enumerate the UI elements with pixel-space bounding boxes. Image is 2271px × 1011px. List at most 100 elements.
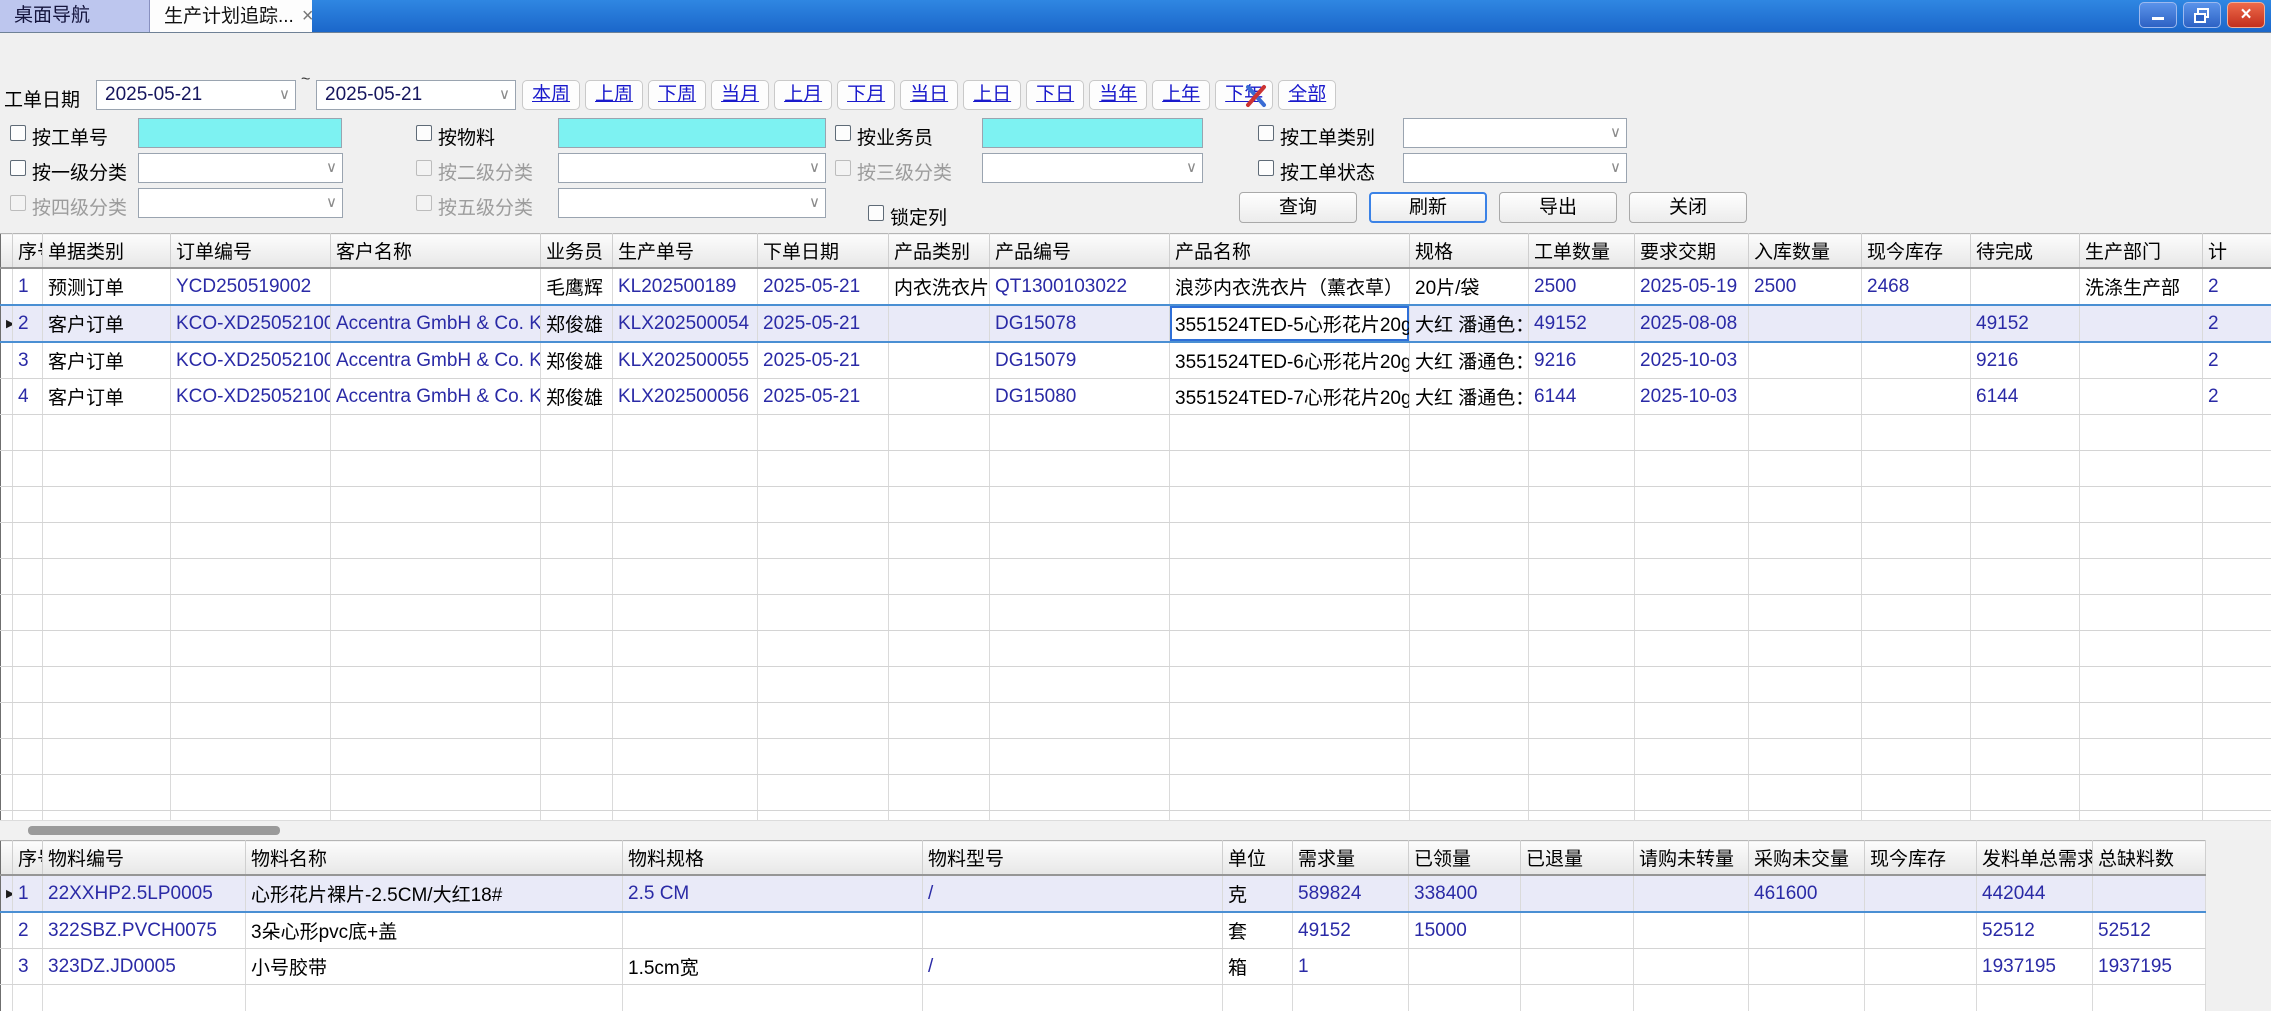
table-cell[interactable]: 洗涤生产部 <box>2080 268 2203 305</box>
column-header[interactable]: 采购未交量 <box>1749 841 1865 876</box>
close-window-button[interactable]: × <box>2227 2 2265 28</box>
export-button[interactable]: 导出 <box>1499 192 1617 223</box>
table-cell[interactable] <box>1521 949 1634 985</box>
table-cell[interactable]: 322SBZ.PVCH0075 <box>43 912 246 949</box>
table-cell[interactable]: 1 <box>13 268 43 305</box>
table-cell[interactable]: 客户订单 <box>43 305 171 342</box>
scissors-icon[interactable] <box>1242 82 1270 110</box>
table-row[interactable]: ▶2客户订单KCO-XD250521000Accentra GmbH & Co.… <box>1 305 2271 342</box>
table-cell[interactable] <box>1862 342 1971 379</box>
table-cell[interactable]: 3朵心形pvc底+盖 <box>246 912 623 949</box>
table-cell[interactable] <box>1862 305 1971 342</box>
table-cell[interactable]: 2.5 CM <box>623 875 923 912</box>
table-cell[interactable]: 大红 潘通色： <box>1410 379 1529 415</box>
table-cell[interactable]: 442044 <box>1977 875 2093 912</box>
table-cell[interactable]: Accentra GmbH & Co. KG <box>331 342 541 379</box>
table-cell[interactable]: DG15079 <box>990 342 1170 379</box>
column-header[interactable]: 已退量 <box>1521 841 1634 876</box>
table-cell[interactable]: 2025-05-21 <box>758 305 889 342</box>
table-cell[interactable]: 3 <box>13 342 43 379</box>
table-cell[interactable]: 323DZ.JD0005 <box>43 949 246 985</box>
query-button[interactable]: 查询 <box>1239 192 1357 223</box>
table-cell[interactable] <box>2080 342 2203 379</box>
table-cell[interactable]: 2 <box>13 305 43 342</box>
by-salesman-checkbox[interactable] <box>835 125 851 141</box>
column-header[interactable]: 已领量 <box>1409 841 1521 876</box>
quick-range-link[interactable]: 上年 <box>1152 80 1210 110</box>
table-cell[interactable] <box>1521 875 1634 912</box>
column-header[interactable]: 待完成 <box>1971 234 2080 269</box>
quick-range-link[interactable]: 下周 <box>648 80 706 110</box>
table-cell[interactable] <box>1865 949 1977 985</box>
table-cell[interactable]: 49152 <box>1971 305 2080 342</box>
table-cell[interactable] <box>1634 912 1749 949</box>
table-cell[interactable]: 浪莎内衣洗衣片（薰衣草） <box>1170 268 1410 305</box>
table-cell[interactable] <box>1749 305 1862 342</box>
chevron-down-icon[interactable]: ∨ <box>809 154 820 182</box>
table-cell[interactable]: KCO-XD250521000 <box>171 379 331 415</box>
table-cell[interactable]: 49152 <box>1293 912 1409 949</box>
column-header[interactable]: 规格 <box>1410 234 1529 269</box>
table-cell[interactable]: 客户订单 <box>43 342 171 379</box>
table-cell[interactable]: 2025-05-21 <box>758 268 889 305</box>
table-cell[interactable] <box>1971 268 2080 305</box>
table-cell[interactable]: 郑俊雄 <box>541 342 613 379</box>
table-cell[interactable]: KL202500189 <box>613 268 758 305</box>
workorder-status-dropdown[interactable]: ∨ <box>1403 153 1627 183</box>
quick-range-link[interactable]: 当月 <box>711 80 769 110</box>
chevron-down-icon[interactable]: ∨ <box>499 81 510 109</box>
table-cell[interactable]: 6144 <box>1529 379 1635 415</box>
table-cell[interactable] <box>1409 949 1521 985</box>
table-cell[interactable]: 1.5cm宽 <box>623 949 923 985</box>
table-cell[interactable] <box>1862 379 1971 415</box>
table-cell[interactable] <box>889 305 990 342</box>
table-cell[interactable]: 2 <box>2203 342 2271 379</box>
refresh-button[interactable]: 刷新 <box>1369 192 1487 223</box>
table-cell[interactable]: 3551524TED-5心形花片20g装大 <box>1170 305 1410 342</box>
table-cell[interactable]: 2025-10-03 <box>1635 379 1749 415</box>
quick-range-link[interactable]: 上月 <box>774 80 832 110</box>
column-header[interactable]: 物料名称 <box>246 841 623 876</box>
table-cell[interactable]: 1937195 <box>1977 949 2093 985</box>
by-category1-checkbox[interactable] <box>10 160 26 176</box>
column-header[interactable]: 请购未转量 <box>1634 841 1749 876</box>
salesman-input[interactable] <box>982 118 1203 148</box>
column-header[interactable]: 现今库存 <box>1862 234 1971 269</box>
by-category2-checkbox[interactable] <box>416 160 432 176</box>
table-cell[interactable] <box>2080 305 2203 342</box>
table-cell[interactable] <box>923 912 1223 949</box>
table-cell[interactable]: 2468 <box>1862 268 1971 305</box>
chevron-down-icon[interactable]: ∨ <box>1610 154 1621 182</box>
table-cell[interactable]: 套 <box>1223 912 1293 949</box>
quick-range-link[interactable]: 下日 <box>1026 80 1084 110</box>
table-cell[interactable]: 9216 <box>1529 342 1635 379</box>
table-cell[interactable]: Accentra GmbH & Co. KG <box>331 379 541 415</box>
column-header[interactable]: 现今库存 <box>1865 841 1977 876</box>
table-cell[interactable]: 郑俊雄 <box>541 379 613 415</box>
quick-range-link[interactable]: 上周 <box>585 80 643 110</box>
table-cell[interactable]: 2025-10-03 <box>1635 342 1749 379</box>
lock-columns-checkbox[interactable] <box>868 205 884 221</box>
table-cell[interactable]: KCO-XD250521000 <box>171 342 331 379</box>
table-cell[interactable]: DG15080 <box>990 379 1170 415</box>
column-header[interactable]: 下单日期 <box>758 234 889 269</box>
table-cell[interactable]: 小号胶带 <box>246 949 623 985</box>
quick-range-link[interactable]: 全部 <box>1278 80 1336 110</box>
chevron-down-icon[interactable]: ∨ <box>326 154 337 182</box>
table-cell[interactable]: DG15078 <box>990 305 1170 342</box>
table-cell[interactable]: 4 <box>13 379 43 415</box>
table-row[interactable]: 1预测订单YCD250519002毛鹰辉KL2025001892025-05-2… <box>1 268 2271 305</box>
table-cell[interactable]: KLX202500056 <box>613 379 758 415</box>
category1-dropdown[interactable]: ∨ <box>138 153 343 183</box>
workorder-input[interactable] <box>138 118 342 148</box>
column-header[interactable]: 单位 <box>1223 841 1293 876</box>
chevron-down-icon[interactable]: ∨ <box>326 189 337 217</box>
category3-dropdown[interactable]: ∨ <box>982 153 1203 183</box>
column-header[interactable]: 入库数量 <box>1749 234 1862 269</box>
table-cell[interactable]: 9216 <box>1971 342 2080 379</box>
table-cell[interactable]: YCD250519002 <box>171 268 331 305</box>
table-row[interactable]: 4客户订单KCO-XD250521000Accentra GmbH & Co. … <box>1 379 2271 415</box>
table-cell[interactable]: 2 <box>2203 379 2271 415</box>
restore-button[interactable] <box>2183 2 2221 28</box>
table-cell[interactable]: 2500 <box>1529 268 1635 305</box>
